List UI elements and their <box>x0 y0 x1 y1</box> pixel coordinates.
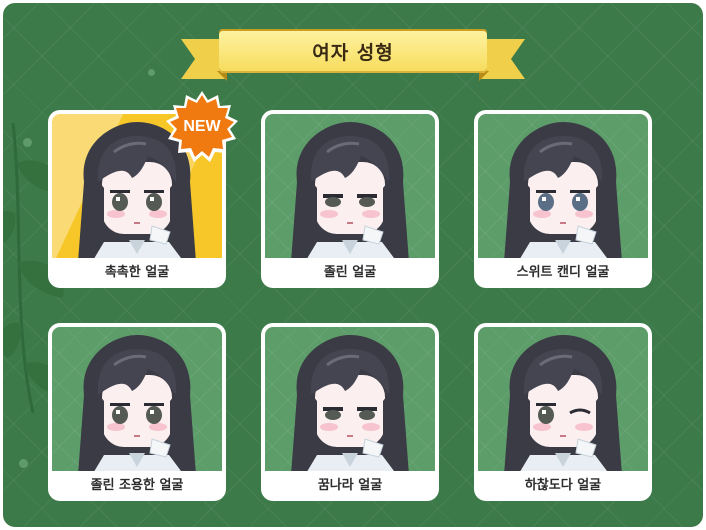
face-card-label: 스위트 캔디 얼굴 <box>516 265 610 280</box>
face-preview <box>265 327 435 471</box>
face-card-label: 하찮도다 얼굴 <box>524 478 602 493</box>
title-ribbon: 여자 성형 <box>181 29 525 85</box>
face-card-sleepy-quiet[interactable]: 졸린 조용한 얼굴 <box>48 323 226 501</box>
decor-dot <box>19 459 28 468</box>
character-face-icon <box>291 335 409 471</box>
page-title: 여자 성형 <box>312 41 394 64</box>
character-face-icon <box>504 122 622 258</box>
face-card-sleepy[interactable]: 졸린 얼굴 <box>261 110 439 288</box>
face-preview <box>265 114 435 258</box>
decor-dot <box>148 69 155 76</box>
new-badge: NEW <box>166 91 238 163</box>
face-preview <box>478 114 648 258</box>
character-face-icon <box>291 122 409 258</box>
face-preview <box>478 327 648 471</box>
face-card-label: 졸린 얼굴 <box>323 265 377 280</box>
face-card-sweet-candy[interactable]: 스위트 캔디 얼굴 <box>474 110 652 288</box>
face-card-dreamland[interactable]: 꿈나라 얼굴 <box>261 323 439 501</box>
badge-label: NEW <box>183 118 221 135</box>
face-card-trivial[interactable]: 하찮도다 얼굴 <box>474 323 652 501</box>
character-face-icon <box>504 335 622 471</box>
ribbon-band: 여자 성형 <box>219 29 487 73</box>
face-card-label: 꿈나라 얼굴 <box>317 478 383 493</box>
face-preview <box>52 327 222 471</box>
face-card-label: 졸린 조용한 얼굴 <box>90 478 184 493</box>
face-card-label: 촉촉한 얼굴 <box>104 265 170 280</box>
character-face-icon <box>78 335 196 471</box>
